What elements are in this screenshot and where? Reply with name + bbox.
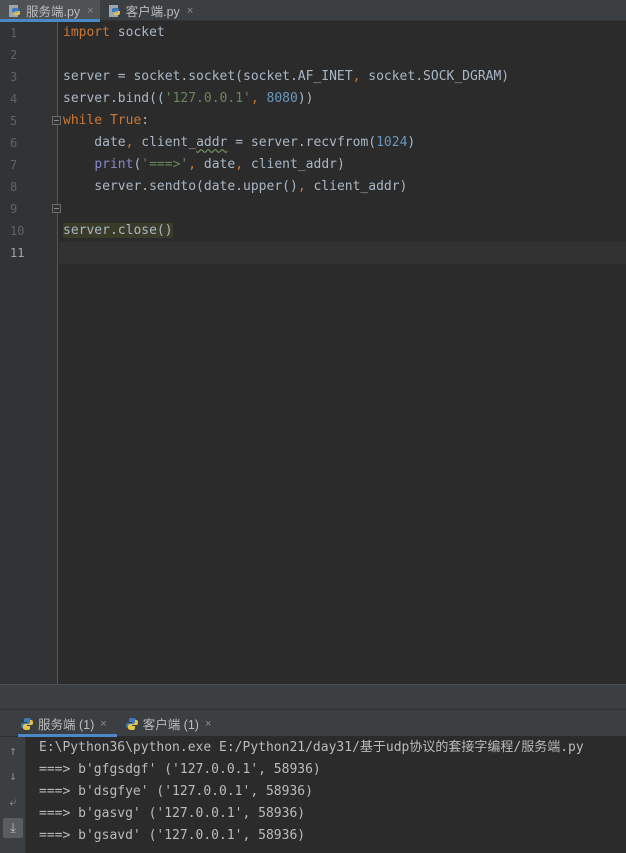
scroll-to-end-icon[interactable]: ⤓ <box>3 818 23 838</box>
code-editor[interactable]: 1 2 3 4 5 6 7 8 9 10 11 import socket se… <box>0 22 626 684</box>
tab-label: 服务端.py <box>26 5 81 19</box>
line-number: 3 <box>10 70 18 84</box>
console-line: ===> b'gasvg' ('127.0.0.1', 58936) <box>39 806 306 821</box>
code-line-5: while True: <box>63 110 149 132</box>
code-text: ) <box>407 135 416 150</box>
comma: , <box>297 179 306 194</box>
code-text: socket.SOCK_DGRAM) <box>360 69 510 84</box>
line-number: 2 <box>10 48 18 62</box>
code-text: server.bind(( <box>63 91 165 106</box>
code-text: client_addr) <box>243 157 345 172</box>
fold-marker-icon[interactable] <box>52 116 61 125</box>
code-text: = server.recvfrom( <box>227 135 377 150</box>
code-text: client_addr) <box>305 179 408 194</box>
code-text: server = socket.socket(socket.AF_INET <box>63 69 353 84</box>
line-number: 10 <box>10 224 25 238</box>
code-text: date <box>196 157 236 172</box>
run-toolbar: ↑ ↓ ⤶ ⤓ <box>0 737 26 853</box>
fold-marker-icon[interactable] <box>52 204 61 213</box>
tab-server-py[interactable]: 服务端.py × <box>0 0 100 22</box>
code-line-8: server.sendto(date.upper(), client_addr) <box>63 176 407 198</box>
comma: , <box>235 157 244 172</box>
line-number: 6 <box>10 136 18 150</box>
code-text: )) <box>297 91 314 106</box>
code-line-4: server.bind(('127.0.0.1', 8080)) <box>63 88 313 110</box>
run-tab-label: 客户端 (1) <box>142 718 199 732</box>
python-file-icon <box>108 4 120 17</box>
console-line: E:\Python36\python.exe E:/Python21/day31… <box>39 740 584 755</box>
tab-label: 客户端.py <box>125 5 180 19</box>
arrow-up-icon[interactable]: ↑ <box>3 741 23 761</box>
code-line-6: date, client_addr = server.recvfrom(1024… <box>63 132 415 154</box>
python-file-icon <box>9 4 20 17</box>
code-line-7: print('===>', date, client_addr) <box>63 154 345 176</box>
keyword: import <box>63 25 110 40</box>
code-text: date <box>63 135 126 150</box>
line-number: 5 <box>10 114 18 128</box>
keyword: while <box>63 113 103 128</box>
string-literal: '127.0.0.1' <box>164 91 251 106</box>
keyword: True <box>109 113 142 128</box>
close-icon[interactable]: × <box>87 5 93 17</box>
comma: , <box>250 91 259 106</box>
line-number: 4 <box>10 92 18 106</box>
run-tab-label: 服务端 (1) <box>38 718 95 732</box>
close-icon[interactable]: × <box>100 718 106 730</box>
line-number: 7 <box>10 158 18 172</box>
code-text: server.sendto(date.upper() <box>63 179 298 194</box>
number-literal: 8080 <box>266 91 298 106</box>
line-number: 8 <box>10 180 18 194</box>
code-text-highlighted: server.close() <box>63 223 173 238</box>
console-line: ===> b'gfgsdgf' ('127.0.0.1', 58936) <box>39 762 321 777</box>
run-tab-server[interactable]: 服务端 (1) × <box>18 710 117 737</box>
arrow-down-icon[interactable]: ↓ <box>3 766 23 786</box>
line-number: 1 <box>10 26 18 40</box>
number-literal: 1024 <box>376 135 408 150</box>
close-icon[interactable]: × <box>187 5 193 17</box>
current-line-highlight <box>59 242 626 264</box>
editor-tab-bar: 服务端.py × 客户端.py × <box>0 0 626 22</box>
comma: , <box>188 157 197 172</box>
line-number: 11 <box>10 246 25 260</box>
string-literal: '===>' <box>141 157 189 172</box>
close-icon[interactable]: × <box>205 718 211 730</box>
tab-client-py[interactable]: 客户端.py × <box>100 0 200 21</box>
run-tab-client[interactable]: 客户端 (1) × <box>123 710 222 737</box>
spellcheck-word: addr <box>196 135 228 150</box>
code-text: client_ <box>133 135 197 150</box>
console-output[interactable]: E:\Python36\python.exe E:/Python21/day31… <box>26 737 626 853</box>
run-tab-bar: 服务端 (1) × 客户端 (1) × <box>0 709 626 737</box>
code-line-10: server.close() <box>63 220 173 242</box>
code-text: : <box>141 113 150 128</box>
console-line: ===> b'dsgfye' ('127.0.0.1', 58936) <box>39 784 313 799</box>
code-line-1: import socket <box>63 22 165 44</box>
panel-splitter[interactable] <box>0 684 626 709</box>
code-line-3: server = socket.socket(socket.AF_INET, s… <box>63 66 509 88</box>
console-line: ===> b'gsavd' ('127.0.0.1', 58936) <box>39 828 306 843</box>
line-gutter: 1 2 3 4 5 6 7 8 9 10 11 <box>0 22 61 684</box>
code-text: socket <box>109 25 165 40</box>
soft-wrap-icon[interactable]: ⤶ <box>3 792 23 812</box>
builtin: print <box>94 157 134 172</box>
python-icon <box>125 717 138 730</box>
python-icon <box>21 717 33 730</box>
line-number: 9 <box>10 202 18 216</box>
